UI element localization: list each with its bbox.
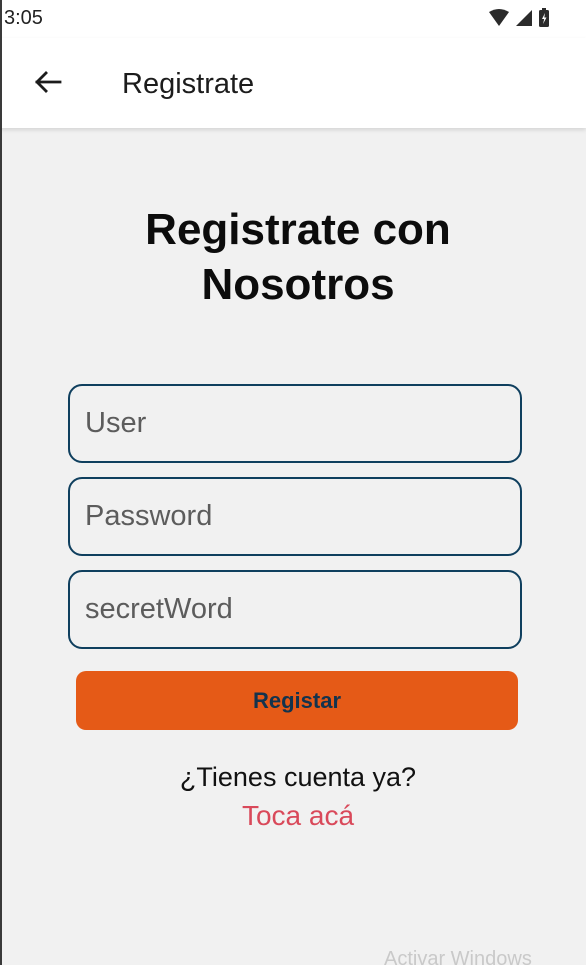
app-screen: 3:05 Registrate Registrate con Nosotros … [0,0,586,965]
heading-line-2: Nosotros [201,260,395,309]
status-icons [488,8,550,28]
windows-activation-watermark: Activar Windows [384,948,532,965]
cell-signal-icon [516,9,532,27]
status-time: 3:05 [4,7,43,29]
status-bar: 3:05 [0,0,586,38]
user-input[interactable] [70,386,520,461]
secret-word-field [68,570,522,649]
arrow-left-icon [34,70,62,99]
password-field [68,477,522,556]
password-input[interactable] [70,479,520,554]
window-edge [0,0,2,965]
wifi-icon [488,9,510,27]
user-field [68,384,522,463]
back-button[interactable] [28,66,68,102]
heading-line-1: Registrate con [145,205,451,254]
app-bar: Registrate [0,38,586,128]
register-button[interactable]: Registar [76,671,518,730]
login-link[interactable]: Toca acá [0,800,586,832]
battery-icon [538,8,550,28]
have-account-question: ¿Tienes cuenta ya? [179,762,417,792]
page-title: Registrate [122,68,255,100]
register-form: Registrate con Nosotros Registar ¿Tienes… [0,128,586,965]
secret-word-input[interactable] [70,572,520,647]
form-heading: Registrate con Nosotros [0,202,586,312]
